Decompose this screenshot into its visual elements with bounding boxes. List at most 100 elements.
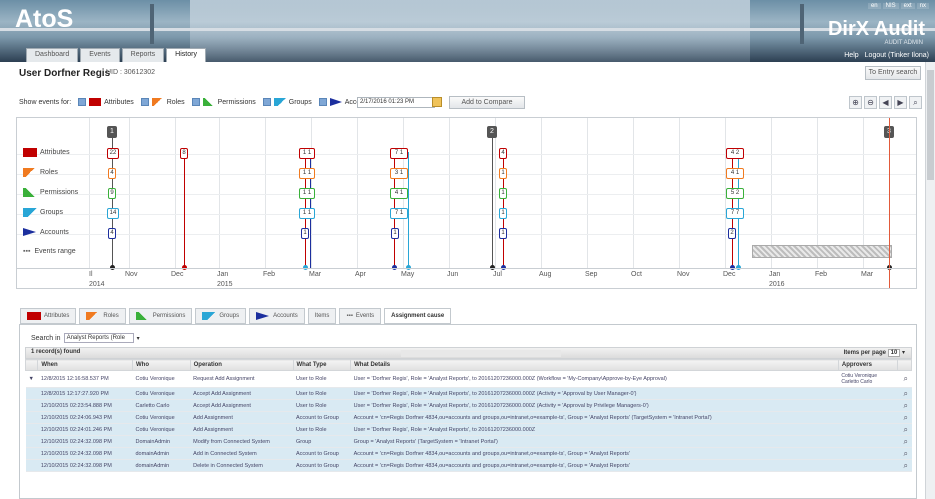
accounts-badge[interactable]: 1 — [499, 228, 507, 239]
logout-link[interactable]: Logout (Tinker Ilona) — [865, 52, 929, 59]
tab-groups[interactable]: Groups — [195, 308, 247, 324]
permissions-badge[interactable]: 1 1 — [299, 188, 315, 199]
tab-events[interactable]: Events — [80, 48, 120, 62]
magnifier-icon[interactable]: ⌕ — [897, 423, 912, 436]
date-input[interactable]: 2/17/2016 01:23 PM — [357, 97, 435, 108]
roles-checkbox[interactable] — [140, 98, 149, 106]
roles-badge[interactable]: 1 — [499, 168, 507, 179]
table-row[interactable]: 12/10/2015 02:24:32.098 PM DomainAdmin M… — [25, 435, 912, 448]
accounts-badge[interactable]: 1 — [301, 228, 309, 239]
table-row[interactable]: 12/10/2015 02:24:06.943 PM Cotiu Veroniq… — [25, 411, 912, 424]
win-button[interactable]: en — [867, 3, 881, 9]
tab-events[interactable]: ▪▪▪ Events — [339, 308, 382, 324]
win-button[interactable]: ext — [900, 3, 915, 9]
accounts-badge[interactable]: 4 — [108, 228, 116, 239]
row-label-text: Accounts — [40, 228, 69, 236]
accounts-checkbox[interactable] — [318, 98, 327, 106]
page-scrollbar[interactable] — [925, 62, 935, 499]
tab-items[interactable]: Items — [307, 308, 337, 324]
groups-badge[interactable]: 7 7 — [726, 208, 744, 219]
tab-permissions[interactable]: Permissions — [128, 308, 193, 324]
col-approvers[interactable]: Approvers — [837, 359, 898, 371]
accounts-badge[interactable]: 2 — [728, 228, 736, 239]
permissions-badge[interactable]: 9 — [108, 188, 116, 199]
col-what-details[interactable]: What Details — [350, 359, 839, 371]
tab-reports[interactable]: Reports — [121, 48, 165, 62]
tab-accounts[interactable]: Accounts — [249, 308, 305, 324]
tab-attributes[interactable]: Attributes — [20, 308, 77, 324]
empty-cell — [25, 411, 38, 424]
magnifier-icon[interactable]: ⌕ — [897, 387, 912, 400]
table-row[interactable]: 12/10/2015 02:24:01.246 PM Cotiu Veroniq… — [25, 423, 912, 436]
brand-title: DirX Audit — [827, 18, 925, 40]
roles-badge[interactable]: 4 — [108, 168, 116, 179]
zoom-fit-icon[interactable]: ⌕ — [909, 96, 922, 109]
roles-badge[interactable]: 3 1 — [390, 168, 408, 179]
show-events-label: Show events for: — [19, 98, 72, 106]
groups-badge[interactable]: 14 — [107, 208, 119, 219]
tab-history[interactable]: History — [166, 48, 206, 62]
table-row[interactable]: ▼ 12/8/2015 12:16:58.537 PM Cotiu Veroni… — [25, 370, 912, 388]
accounts-badge[interactable]: 1 — [391, 228, 399, 239]
scrollbar-thumb[interactable] — [927, 70, 934, 180]
events-range-bar[interactable] — [752, 245, 892, 258]
col-what-type[interactable]: What Type — [292, 359, 352, 371]
year-label: 2016 — [769, 281, 785, 288]
tick-label: Mar — [861, 271, 874, 278]
cell-what-type: Account to Group — [293, 447, 351, 460]
event-filter-row: Show events for: Attributes Roles Permis… — [19, 98, 378, 106]
permissions-badge[interactable]: 4 1 — [390, 188, 408, 199]
attributes-swatch-icon — [23, 148, 37, 157]
permissions-badge[interactable]: 5 2 — [726, 188, 744, 199]
table-row[interactable]: 12/10/2015 02:23:54.888 PM Carletto Carl… — [25, 399, 912, 412]
attributes-badge[interactable]: 7 1 — [390, 148, 408, 159]
calendar-icon[interactable] — [432, 97, 442, 107]
chevron-down-icon[interactable]: ▾ — [137, 335, 140, 342]
magnifier-icon[interactable]: ⌕ — [897, 459, 912, 472]
magnifier-icon[interactable]: ⌕ — [897, 370, 912, 388]
add-to-compare-button[interactable]: Add to Compare — [449, 96, 525, 109]
total-badge[interactable]: 2 — [487, 126, 497, 138]
groups-badge[interactable]: 1 1 — [299, 208, 315, 219]
tab-assignment-cause[interactable]: Assignment cause — [384, 308, 452, 324]
tab-dashboard[interactable]: Dashboard — [26, 48, 79, 62]
magnifier-icon[interactable]: ⌕ — [897, 399, 912, 412]
roles-badge[interactable]: 1 1 — [299, 168, 315, 179]
win-button[interactable]: NIS — [882, 3, 899, 9]
zoom-out-icon[interactable]: ⊖ — [864, 96, 877, 109]
attributes-badge[interactable]: 22 — [107, 148, 119, 159]
attributes-badge[interactable]: 4 — [499, 148, 507, 159]
table-row[interactable]: 12/10/2015 02:24:32.098 PM domainAdmin A… — [25, 447, 912, 460]
groups-checkbox[interactable] — [262, 98, 271, 106]
col-when[interactable]: When — [37, 359, 133, 371]
pager[interactable] — [401, 350, 561, 357]
attributes-checkbox[interactable] — [78, 98, 87, 106]
help-link[interactable]: Help — [844, 52, 858, 59]
col-who[interactable]: Who — [132, 359, 191, 371]
zoom-in-icon[interactable]: ⊕ — [849, 96, 862, 109]
table-row[interactable]: 12/10/2015 02:24:32.098 PM domainAdmin D… — [25, 459, 912, 472]
back-icon[interactable]: ◀ — [879, 96, 892, 109]
tab-roles[interactable]: Roles — [79, 308, 126, 324]
attributes-badge[interactable]: 4 2 — [726, 148, 744, 159]
groups-badge[interactable]: 1 — [499, 208, 507, 219]
col-operation[interactable]: Operation — [189, 359, 294, 371]
magnifier-icon[interactable]: ⌕ — [897, 435, 912, 448]
search-select[interactable]: Analyst Reports (Role — [63, 333, 134, 343]
attributes-badge[interactable]: 8 — [180, 148, 188, 159]
permissions-checkbox[interactable] — [191, 98, 200, 106]
permissions-badge[interactable]: 1 — [499, 188, 507, 199]
items-per-page-select[interactable]: 10 — [887, 349, 901, 357]
magnifier-icon[interactable]: ⌕ — [897, 411, 912, 424]
current-time-line — [889, 118, 890, 288]
forward-icon[interactable]: ▶ — [894, 96, 907, 109]
magnifier-icon[interactable]: ⌕ — [897, 447, 912, 460]
total-badge[interactable]: 1 — [107, 126, 117, 138]
attributes-badge[interactable]: 1 1 — [299, 148, 315, 159]
expand-icon[interactable]: ▼ — [25, 370, 38, 388]
roles-badge[interactable]: 4 1 — [726, 168, 744, 179]
win-button[interactable]: nx — [916, 3, 929, 9]
table-row[interactable]: 12/8/2015 12:17:27.920 PM Cotiu Veroniqu… — [25, 387, 912, 400]
groups-badge[interactable]: 7 1 — [390, 208, 408, 219]
to-entry-search-button[interactable]: To Entry search — [865, 66, 921, 80]
